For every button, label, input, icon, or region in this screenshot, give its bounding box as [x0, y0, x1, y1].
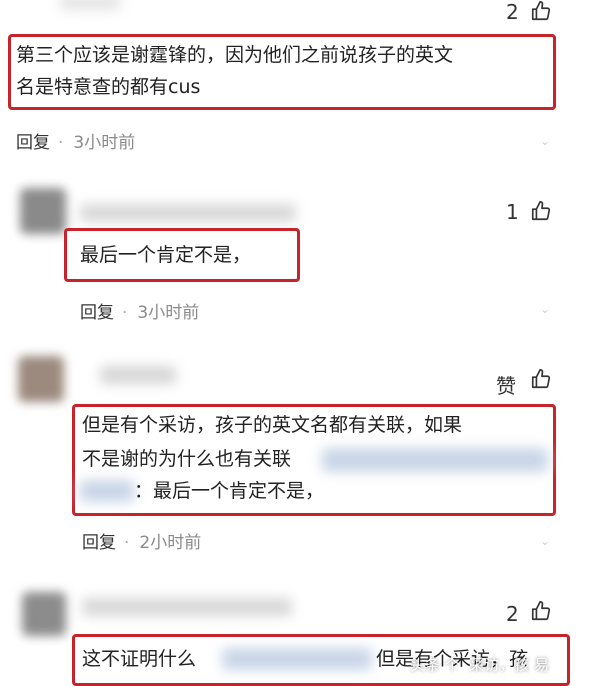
comment-text-line: 这不证明什么	[82, 648, 197, 670]
comment-meta: 回复 · 2小时前	[82, 528, 201, 553]
comment-text-line: 不是谢的为什么也有关联	[82, 448, 292, 470]
reply-button[interactable]: 回复	[82, 533, 116, 553]
thumbs-up-icon[interactable]	[530, 368, 552, 390]
blurred-text-redaction	[80, 480, 134, 502]
comment-text-line: 名是特意查的都有cus	[16, 76, 201, 98]
like-count: 1	[506, 200, 519, 224]
like-count: 2	[506, 0, 519, 24]
reply-button[interactable]: 回复	[80, 303, 114, 323]
blurred-username	[100, 366, 176, 384]
like-count: 2	[506, 602, 519, 626]
comment-text-line: 但是有个采访，孩子的英文名都有关联，如果	[82, 414, 463, 436]
comment-meta: 回复 · 3小时前	[80, 298, 199, 323]
avatar	[20, 188, 66, 234]
watermark: 头条 个 采访，孩 易	[410, 656, 550, 674]
chevron-down-icon[interactable]: ⌄	[540, 134, 550, 148]
comment-time: 2小时前	[139, 533, 202, 553]
chevron-down-icon[interactable]: ⌄	[540, 302, 550, 316]
blurred-username	[82, 598, 292, 616]
avatar	[22, 592, 66, 636]
chevron-down-icon[interactable]: ⌄	[540, 534, 550, 548]
comment-text-line: ：最后一个肯定不是，	[134, 480, 325, 502]
blurred-username	[80, 204, 296, 222]
reply-button[interactable]: 回复	[16, 133, 50, 153]
comment-text-line: 最后一个肯定不是，	[80, 244, 252, 266]
comment-text-line: 第三个应该是谢霆锋的，因为他们之前说孩子的英文	[16, 44, 454, 66]
blurred-text-redaction	[222, 648, 372, 670]
comment-time: 3小时前	[137, 303, 200, 323]
separator-dot: ·	[58, 133, 64, 153]
thumbs-up-icon[interactable]	[530, 600, 552, 622]
comment-time: 3小时前	[73, 133, 136, 153]
thumbs-up-icon[interactable]	[530, 200, 552, 222]
separator-dot: ·	[124, 533, 130, 553]
like-label: 赞	[496, 374, 516, 398]
thumbs-up-icon[interactable]	[530, 0, 552, 22]
avatar	[18, 356, 64, 402]
blurred-text-redaction	[322, 448, 548, 472]
blurred-username	[60, 0, 120, 10]
comment-meta: 回复 · 3小时前	[16, 128, 135, 153]
separator-dot: ·	[122, 303, 128, 323]
